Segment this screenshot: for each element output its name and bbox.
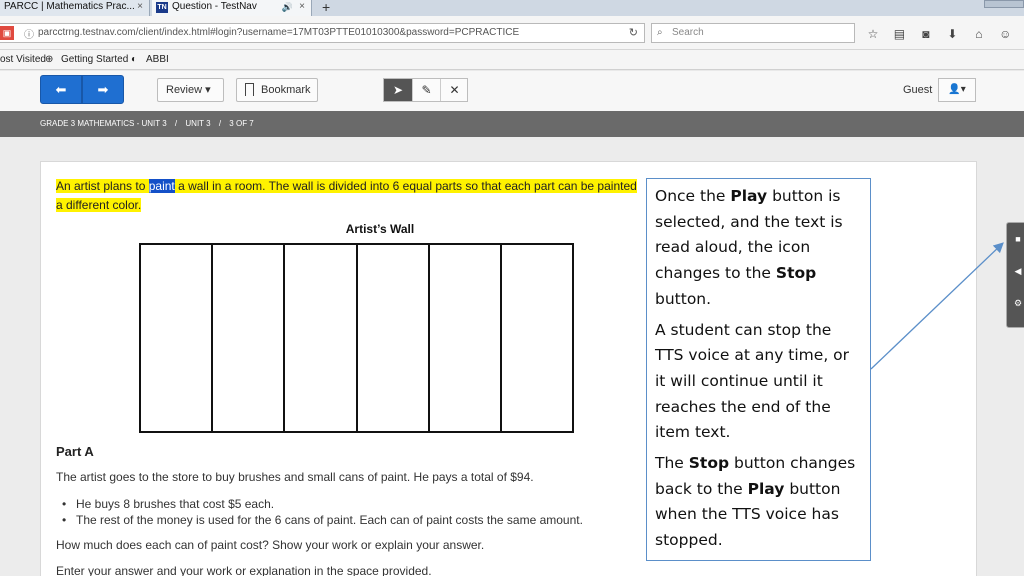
callout-text: button. (655, 289, 712, 308)
browser-tab-parcc[interactable]: PARCC | Mathematics Prac... × (0, 0, 150, 16)
rewind-icon[interactable]: ◀ (1007, 255, 1024, 287)
wall-part (430, 245, 502, 431)
annotation-callout: Once the Play button is selected, and th… (646, 178, 871, 561)
wall-part (285, 245, 358, 431)
cross-out-icon[interactable]: ✕ (440, 79, 468, 101)
browser-toolbar-icons: ☆ ▤ ◙ ⬇ ⌂ ☺ (862, 25, 1016, 41)
bookmark-getting-started[interactable]: Getting Started (61, 54, 128, 65)
pencil-icon[interactable]: ✎ (412, 79, 440, 101)
url-text[interactable]: parcctrng.testnav.com/client/index.html#… (38, 27, 519, 38)
callout-paragraph: The Stop button changes back to the Play… (655, 451, 862, 554)
user-icon: 👤 (948, 84, 961, 95)
breadcrumb-separator: / (218, 119, 222, 128)
callout-paragraph: Once the Play button is selected, and th… (655, 184, 862, 313)
bookmark-label: Bookmark (261, 84, 311, 96)
callout-emphasis: Play (747, 479, 785, 498)
browser-tab-testnav[interactable]: TN Question - TestNav 🔊 × (152, 0, 312, 16)
arrow-right-icon: ➡ (97, 82, 109, 97)
user-menu-button[interactable]: 👤▾ (938, 78, 976, 102)
callout-text: Once the (655, 187, 731, 205)
new-tab-button[interactable]: + (322, 0, 330, 15)
search-icon: ⌕ (657, 27, 663, 38)
artists-wall-figure (139, 243, 574, 433)
list-item: He buys 8 brushes that cost $5 each. (62, 496, 583, 512)
breadcrumb-separator: / (174, 119, 178, 128)
callout-emphasis: Stop (775, 264, 817, 283)
callout-paragraph: A student can stop the TTS voice at any … (655, 320, 850, 442)
tts-side-panel[interactable]: ■ ◀ ⚙ (1006, 222, 1024, 328)
tab-close-icon[interactable]: × (137, 0, 143, 14)
stop-icon[interactable]: ■ (1007, 223, 1024, 255)
browser-nav-bar: ▣ ⓘ parcctrng.testnav.com/client/index.h… (0, 16, 1024, 50)
answer-instruction: Enter your answer and your work or expla… (56, 564, 432, 576)
arrow-left-icon: ⬅ (55, 82, 67, 97)
highlighted-text: An artist plans to (56, 179, 149, 193)
next-button[interactable]: ➡ (82, 75, 124, 104)
info-icon[interactable]: ⓘ (24, 26, 34, 41)
home-icon[interactable]: ⌂ (968, 26, 990, 42)
testnav-toolbar: ⬅ ➡ Review ▾ Bookmark ➤ ✎ ✕ Guest 👤▾ (0, 71, 1024, 111)
wall-part (502, 245, 572, 431)
figure-title: Artist’s Wall (345, 222, 415, 236)
pocket-save-icon[interactable]: ◙ (915, 26, 937, 42)
breadcrumb-position: 3 OF 7 (229, 119, 254, 128)
user-name: Guest (903, 84, 933, 96)
browser-tab-label: Question - TestNav (172, 1, 257, 12)
tts-current-word: paint (148, 179, 175, 193)
bookmark-most-visited[interactable]: ost Visited (0, 54, 46, 65)
question-text: The artist goes to the store to buy brus… (56, 470, 534, 484)
reading-list-icon[interactable]: ▤ (888, 26, 910, 42)
previous-button[interactable]: ⬅ (40, 75, 82, 104)
browser-tab-strip: PARCC | Mathematics Prac... × TN Questio… (0, 0, 1024, 16)
settings-icon[interactable]: ⚙ (1007, 287, 1024, 319)
globe-icon: ⊕ (45, 54, 54, 65)
list-item: The rest of the money is used for the 6 … (62, 512, 583, 528)
star-icon[interactable]: ☆ (862, 26, 884, 42)
callout-emphasis: Stop (688, 454, 730, 473)
callout-emphasis: Play (730, 187, 768, 205)
search-input[interactable]: ⌕ Search (651, 23, 855, 43)
item-stem: An artist plans to paint a wall in a roo… (56, 177, 641, 215)
wall-part (358, 245, 430, 431)
abbi-icon: ◐ (131, 54, 138, 65)
part-heading: Part A (56, 444, 94, 459)
bookmarks-bar: ost Visited ⊕ Getting Started ◐ ABBI (0, 50, 1024, 70)
pocket-icon[interactable]: ▣ (0, 26, 14, 40)
search-placeholder: Search (672, 27, 704, 38)
bookmark-button[interactable]: Bookmark (236, 78, 318, 102)
chat-icon[interactable]: ☺ (994, 26, 1016, 42)
browser-tab-label: PARCC | Mathematics Prac... (4, 1, 135, 12)
breadcrumb: GRADE 3 MATHEMATICS - UNIT 3 / UNIT 3 / … (0, 111, 1024, 137)
breadcrumb-test: GRADE 3 MATHEMATICS - UNIT 3 (40, 119, 167, 128)
reload-icon[interactable]: ↻ (629, 26, 638, 39)
bookmark-icon (245, 83, 254, 96)
tool-group: ➤ ✎ ✕ (383, 78, 468, 102)
wall-part (141, 245, 214, 431)
download-icon[interactable]: ⬇ (941, 26, 963, 42)
bullet-list: He buys 8 brushes that cost $5 each. The… (62, 496, 583, 528)
breadcrumb-unit: UNIT 3 (185, 119, 211, 128)
bookmark-abbi[interactable]: ABBI (146, 54, 169, 65)
address-bar[interactable]: ▣ ⓘ parcctrng.testnav.com/client/index.h… (0, 23, 645, 43)
testnav-favicon-icon: TN (156, 2, 168, 13)
tab-close-icon[interactable]: × (299, 0, 305, 14)
wall-part (213, 245, 286, 431)
speaker-icon: 🔊 (281, 2, 293, 12)
user-menu-caret: ▾ (960, 84, 966, 95)
callout-text: The (655, 454, 689, 473)
question-prompt: How much does each can of paint cost? Sh… (56, 538, 485, 552)
pointer-icon[interactable]: ➤ (384, 79, 412, 101)
review-button[interactable]: Review ▾ (157, 78, 224, 102)
window-controls[interactable] (984, 0, 1024, 8)
